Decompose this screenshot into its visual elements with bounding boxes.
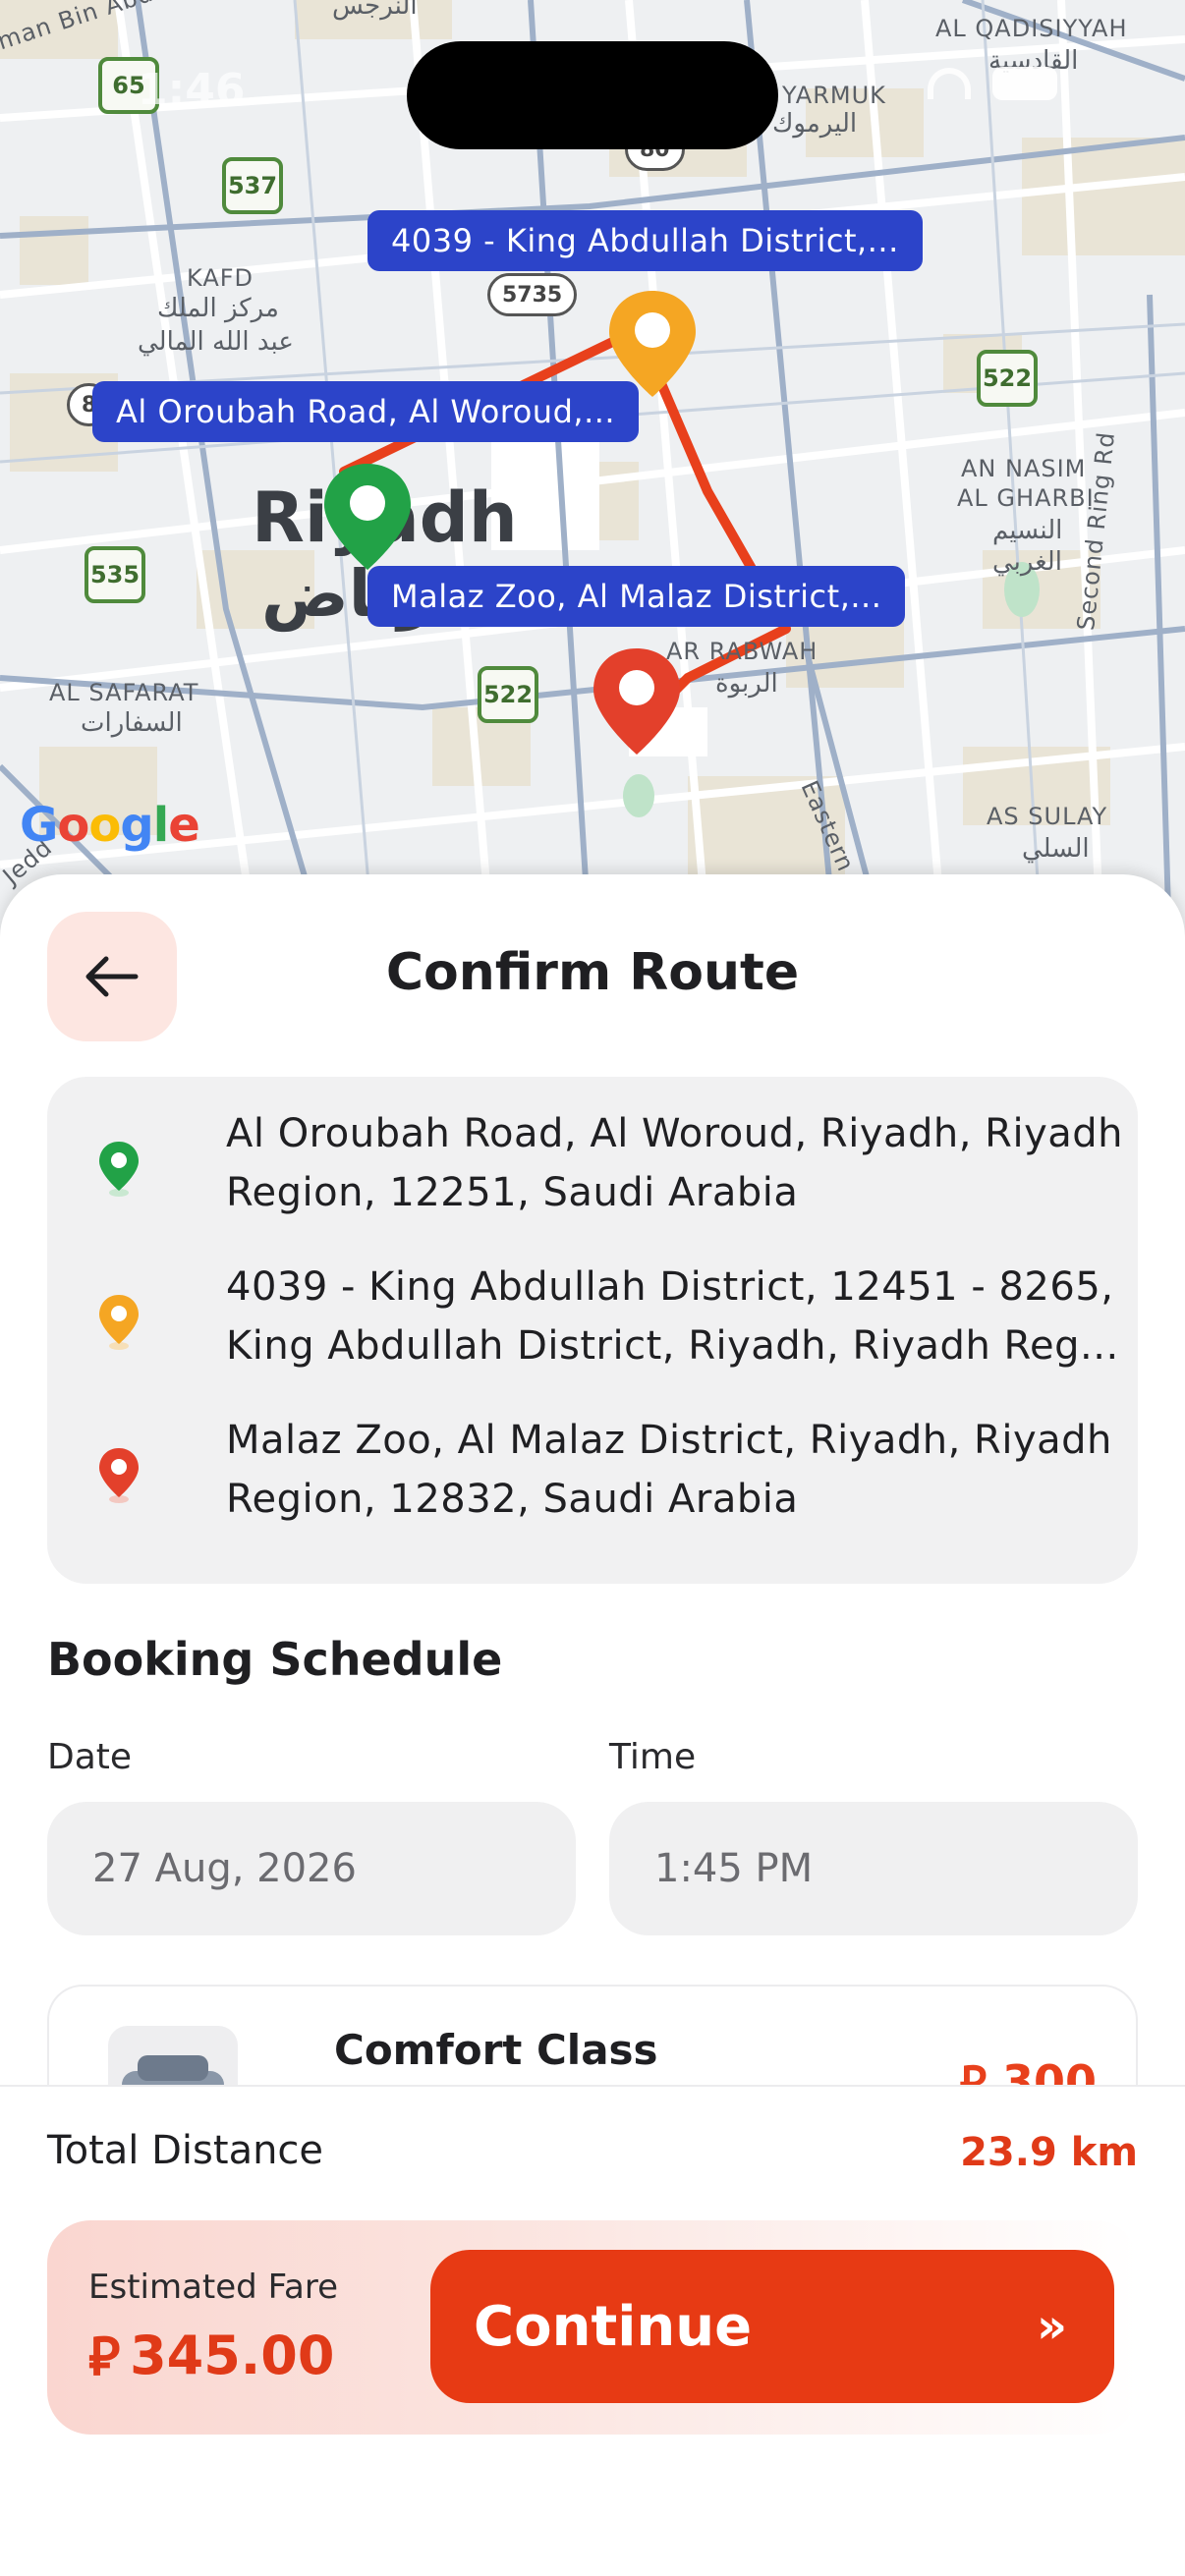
district-label-ar: الربوة	[715, 669, 778, 699]
red-location-pin-icon	[99, 1448, 139, 1503]
stop-address: 4039 - King Abdullah District, 12451 - 8…	[226, 1264, 1119, 1369]
status-time: 1:46	[138, 65, 246, 115]
vehicle-class-name: Comfort Class	[334, 2026, 658, 2074]
orange-location-pin-icon	[99, 1295, 139, 1350]
continue-button[interactable]: Continue »	[430, 2250, 1114, 2403]
road-number: 5735	[487, 273, 578, 316]
district-label: AL SAFARAT	[49, 679, 199, 706]
district-label-ar: اليرموك	[772, 109, 858, 139]
booking-schedule-heading: Booking Schedule	[47, 1633, 503, 1686]
google-logo: Google	[20, 798, 200, 853]
district-label-ar: السلي	[1022, 834, 1090, 864]
district-label-ar: عبد الله المالي	[138, 327, 294, 357]
district-label-ar: النسيم	[992, 516, 1063, 545]
estimated-fare-value: 345.00	[130, 2324, 335, 2386]
time-label: Time	[609, 1737, 697, 1777]
route-stop[interactable]: Al Oroubah Road, Al Woroud, Riyadh, Riya…	[96, 1111, 1123, 1215]
highway-shield: 522	[977, 350, 1038, 407]
total-distance-label: Total Distance	[47, 2128, 324, 2173]
estimated-fare-label: Estimated Fare	[88, 2268, 338, 2307]
app-screen: man Bin Abdu النرجس AL QADISIYYAH القادس…	[0, 0, 1185, 2576]
highway-shield: 537	[222, 157, 283, 214]
riyal-currency-icon: ⃁	[88, 2325, 121, 2387]
time-field[interactable]: 1:45 PM	[609, 1802, 1138, 1935]
battery-icon	[992, 67, 1057, 100]
district-label: AL QADISIYYAH	[935, 15, 1128, 42]
stop-chip-king-abdullah[interactable]: 4039 - King Abdullah District,...	[367, 210, 923, 271]
double-chevron-right-icon: »	[1036, 2299, 1067, 2354]
route-map[interactable]: man Bin Abdu النرجس AL QADISIYYAH القادس…	[0, 0, 1185, 943]
wifi-icon	[928, 68, 971, 99]
dynamic-island	[407, 41, 778, 149]
district-label-ar: مركز الملك	[157, 294, 279, 323]
checkout-bar: Total Distance 23.9 km Estimated Fare ⃁ …	[0, 2085, 1185, 2576]
district-label: AL GHARBI	[957, 484, 1095, 512]
fare-panel: Estimated Fare ⃁ 345.00 Continue »	[47, 2220, 1138, 2435]
district-label-ar: الغربي	[992, 547, 1062, 577]
district-label: AR RABWAH	[666, 638, 818, 665]
district-label: AS SULAY	[987, 803, 1108, 830]
stop-chip-al-oroubah[interactable]: Al Oroubah Road, Al Woroud,...	[92, 381, 640, 442]
date-label: Date	[47, 1737, 133, 1777]
highway-shield: 522	[478, 666, 538, 723]
continue-label: Continue	[474, 2294, 753, 2359]
stop-chip-malaz[interactable]: Malaz Zoo, Al Malaz District,...	[367, 566, 906, 627]
district-label: KAFD	[187, 264, 254, 292]
route-stops-card: Al Oroubah Road, Al Woroud, Riyadh, Riya…	[47, 1077, 1138, 1584]
highway-shield: 535	[85, 546, 145, 603]
district-label: AN NASIM	[961, 455, 1087, 482]
route-stop[interactable]: 4039 - King Abdullah District, 12451 - 8…	[96, 1264, 1118, 1369]
stop-address: Al Oroubah Road, Al Woroud, Riyadh, Riya…	[226, 1111, 1124, 1215]
green-location-pin-icon	[99, 1142, 139, 1197]
total-distance-value: 23.9 km	[960, 2130, 1138, 2175]
estimated-fare: ⃁ 345.00	[88, 2321, 334, 2389]
page-title: Confirm Route	[385, 943, 800, 1002]
district-label-ar: النرجس	[332, 0, 418, 21]
district-label: YARMUK	[782, 82, 886, 109]
district-label-ar: السفارات	[81, 708, 183, 738]
date-field[interactable]: 27 Aug, 2026	[47, 1802, 576, 1935]
stop-address: Malaz Zoo, Al Malaz District, Riyadh, Ri…	[226, 1418, 1112, 1522]
status-icons	[928, 67, 1057, 100]
route-stop[interactable]: Malaz Zoo, Al Malaz District, Riyadh, Ri…	[96, 1418, 1111, 1522]
